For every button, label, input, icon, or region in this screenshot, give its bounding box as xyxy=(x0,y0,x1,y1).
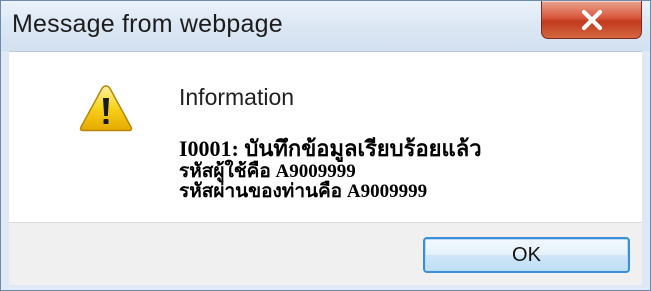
close-button[interactable] xyxy=(541,1,642,39)
dialog-title: Message from webpage xyxy=(12,10,283,38)
dialog-footer: OK xyxy=(9,222,642,285)
warning-icon xyxy=(79,85,133,132)
message-dialog: Message from webpage Information I0001: … xyxy=(0,0,651,291)
dialog-content: Information I0001: บันทึกข้อมูลเรียบร้อย… xyxy=(9,51,642,222)
close-x-icon xyxy=(581,9,603,31)
message-line-password: รหัสผ่านของท่านคือ A9009999 xyxy=(179,181,428,202)
dialog-titlebar[interactable]: Message from webpage xyxy=(1,1,650,51)
ok-button[interactable]: OK xyxy=(423,237,630,273)
message-heading: Information xyxy=(179,84,295,110)
